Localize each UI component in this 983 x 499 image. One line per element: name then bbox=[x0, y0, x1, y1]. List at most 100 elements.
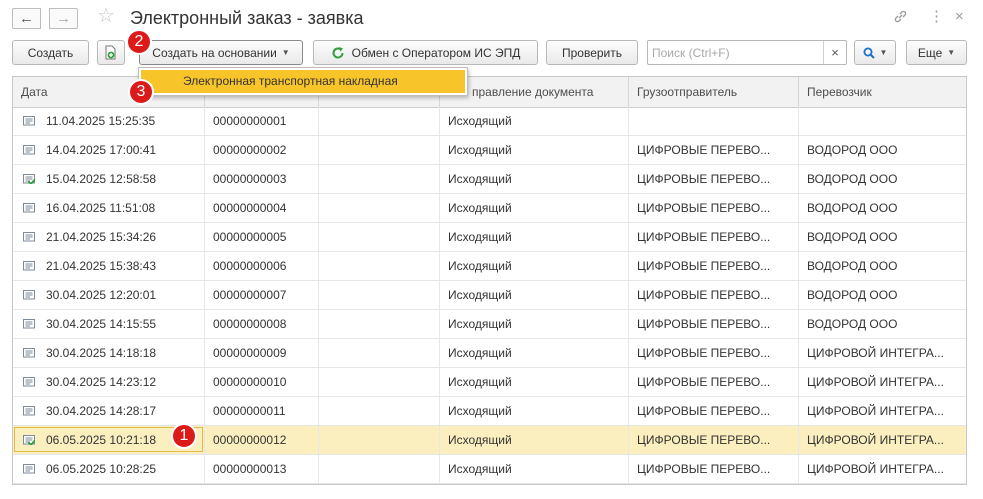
table-row[interactable]: 06.05.2025 10:21:18 00000000012 Исходящий Ц… bbox=[13, 426, 966, 455]
document-icon bbox=[23, 319, 35, 329]
cell-shipper: ЦИФРОВЫЕ ПЕРЕВО... bbox=[637, 433, 771, 447]
cell-carrier: ЦИФРОВОЙ ИНТЕГРА... bbox=[807, 462, 944, 476]
document-icon bbox=[23, 464, 35, 474]
cell-direction: Исходящий bbox=[448, 404, 512, 418]
more-button[interactable]: Еще ▼ bbox=[906, 40, 967, 65]
menu-item-electronic-waybill[interactable]: Электронная транспортная накладная bbox=[141, 70, 465, 93]
arrow-left-icon: ← bbox=[19, 10, 34, 27]
window-header: ← → ☆ Электронный заказ - заявка ⋮ × bbox=[0, 0, 983, 36]
cell-date: 30.04.2025 14:28:17 bbox=[46, 404, 157, 418]
search-box: × bbox=[647, 40, 847, 65]
cell-carrier: ЦИФРОВОЙ ИНТЕГРА... bbox=[807, 404, 944, 418]
cell-number: 00000000001 bbox=[213, 114, 287, 128]
cell-shipper: ЦИФРОВЫЕ ПЕРЕВО... bbox=[637, 259, 771, 273]
cell-direction: Исходящий bbox=[448, 201, 512, 215]
cell-direction: Исходящий bbox=[448, 143, 512, 157]
cell-number: 00000000012 bbox=[213, 433, 287, 447]
cell-shipper: ЦИФРОВЫЕ ПЕРЕВО... bbox=[637, 288, 771, 302]
cell-shipper: ЦИФРОВЫЕ ПЕРЕВО... bbox=[637, 375, 771, 389]
cell-number: 00000000008 bbox=[213, 317, 287, 331]
table-row[interactable]: 30.04.2025 14:15:55 00000000008 Исходящий Ц… bbox=[13, 310, 966, 339]
column-header-shipper[interactable]: Грузоотправитель bbox=[629, 77, 799, 107]
more-label: Еще bbox=[917, 45, 943, 60]
cell-carrier: ВОДОРОД ООО bbox=[807, 143, 898, 157]
cell-date: 11.04.2025 15:25:35 bbox=[46, 114, 156, 128]
column-header-carrier[interactable]: Перевозчик bbox=[799, 77, 966, 107]
cell-direction: Исходящий bbox=[448, 346, 512, 360]
more-vertical-icon[interactable]: ⋮ bbox=[929, 9, 944, 24]
cell-number: 00000000010 bbox=[213, 375, 287, 389]
table-row[interactable]: 21.04.2025 15:38:43 00000000006 Исходящий Ц… bbox=[13, 252, 966, 281]
table-row[interactable]: 21.04.2025 15:34:26 00000000005 Исходящий Ц… bbox=[13, 223, 966, 252]
chevron-down-icon: ▼ bbox=[281, 48, 290, 57]
table-row[interactable]: 30.04.2025 14:23:12 00000000010 Исходящий Ц… bbox=[13, 368, 966, 397]
find-button[interactable]: ▼ bbox=[854, 40, 896, 65]
cell-carrier: ВОДОРОД ООО bbox=[807, 259, 898, 273]
table-row[interactable]: 11.04.2025 15:25:35 00000000001 Исходящий bbox=[13, 107, 966, 136]
cell-direction: Исходящий bbox=[448, 317, 512, 331]
forward-button[interactable]: → bbox=[49, 8, 78, 29]
create-based-on-button[interactable]: Создать на основании ▼ bbox=[139, 40, 303, 65]
table-row[interactable]: 16.04.2025 11:51:08 00000000004 Исходящий Ц… bbox=[13, 194, 966, 223]
cell-date: 30.04.2025 14:15:55 bbox=[46, 317, 157, 331]
search-input[interactable] bbox=[652, 44, 820, 61]
create-based-on-label: Создать на основании bbox=[152, 45, 277, 60]
link-icon[interactable] bbox=[893, 9, 908, 27]
cell-date: 06.05.2025 10:28:25 bbox=[46, 462, 157, 476]
column-header-direction[interactable]: правление документа bbox=[440, 77, 629, 107]
back-button[interactable]: ← bbox=[12, 8, 41, 29]
clear-search-button[interactable]: × bbox=[823, 41, 846, 64]
table-row[interactable]: 14.04.2025 17:00:41 00000000002 Исходящий Ц… bbox=[13, 136, 966, 165]
cell-direction: Исходящий bbox=[448, 114, 512, 128]
cell-direction: Исходящий bbox=[448, 288, 512, 302]
cell-carrier: ЦИФРОВОЙ ИНТЕГРА... bbox=[807, 375, 944, 389]
document-icon bbox=[23, 290, 35, 300]
table-row[interactable]: 30.04.2025 12:20:01 00000000007 Исходящий Ц… bbox=[13, 281, 966, 310]
document-icon bbox=[23, 377, 35, 387]
cell-shipper: ЦИФРОВЫЕ ПЕРЕВО... bbox=[637, 172, 771, 186]
document-icon bbox=[23, 406, 35, 416]
document-icon bbox=[23, 348, 35, 358]
document-posted-icon bbox=[23, 174, 35, 184]
table-row[interactable]: 30.04.2025 14:28:17 00000000011 Исходящий Ц… bbox=[13, 397, 966, 426]
cell-date: 16.04.2025 11:51:08 bbox=[46, 201, 156, 215]
page-title: Электронный заказ - заявка bbox=[130, 8, 364, 28]
cell-number: 00000000003 bbox=[213, 172, 287, 186]
cell-shipper bbox=[637, 107, 797, 135]
cell-carrier: ЦИФРОВОЙ ИНТЕГРА... bbox=[807, 433, 944, 447]
cell-carrier: ВОДОРОД ООО bbox=[807, 317, 898, 331]
exchange-label: Обмен с Оператором ИС ЭПД bbox=[351, 45, 521, 60]
create-based-on-menu: Электронная транспортная накладная bbox=[138, 67, 468, 96]
cell-date: 30.04.2025 14:18:18 bbox=[46, 346, 157, 360]
cell-date: 21.04.2025 15:34:26 bbox=[46, 230, 157, 244]
document-icon bbox=[23, 261, 35, 271]
cell-direction: Исходящий bbox=[448, 259, 512, 273]
step-marker-2: 2 bbox=[126, 29, 152, 55]
cell-shipper: ЦИФРОВЫЕ ПЕРЕВО... bbox=[637, 230, 771, 244]
cell-number: 00000000004 bbox=[213, 201, 287, 215]
star-icon[interactable]: ☆ bbox=[97, 6, 115, 26]
cell-number: 00000000005 bbox=[213, 230, 287, 244]
cell-shipper: ЦИФРОВЫЕ ПЕРЕВО... bbox=[637, 201, 771, 215]
close-icon[interactable]: × bbox=[955, 9, 964, 24]
copy-button[interactable] bbox=[97, 40, 125, 65]
table-row[interactable]: 15.04.2025 12:58:58 00000000003 Исходящий Ц… bbox=[13, 165, 966, 194]
cell-date: 14.04.2025 17:00:41 bbox=[46, 143, 157, 157]
cell-number: 00000000013 bbox=[213, 462, 287, 476]
cell-shipper: ЦИФРОВЫЕ ПЕРЕВО... bbox=[637, 317, 771, 331]
search-icon bbox=[863, 47, 875, 59]
cell-shipper: ЦИФРОВЫЕ ПЕРЕВО... bbox=[637, 404, 771, 418]
table-row[interactable]: 30.04.2025 14:18:18 00000000009 Исходящий Ц… bbox=[13, 339, 966, 368]
cell-carrier: ВОДОРОД ООО bbox=[807, 288, 898, 302]
cell-carrier: ВОДОРОД ООО bbox=[807, 201, 898, 215]
arrow-right-icon: → bbox=[56, 10, 71, 27]
table-row[interactable]: 06.05.2025 10:28:25 00000000013 Исходящий Ц… bbox=[13, 455, 966, 484]
check-button[interactable]: Проверить bbox=[546, 40, 638, 65]
cell-carrier: ЦИФРОВОЙ ИНТЕГРА... bbox=[807, 346, 944, 360]
exchange-button[interactable]: Обмен с Оператором ИС ЭПД bbox=[313, 40, 538, 65]
cell-direction: Исходящий bbox=[448, 375, 512, 389]
create-button[interactable]: Создать bbox=[12, 40, 89, 65]
cell-carrier: ВОДОРОД ООО bbox=[807, 172, 898, 186]
cell-date: 30.04.2025 12:20:01 bbox=[46, 288, 157, 302]
cell-direction: Исходящий bbox=[448, 172, 512, 186]
